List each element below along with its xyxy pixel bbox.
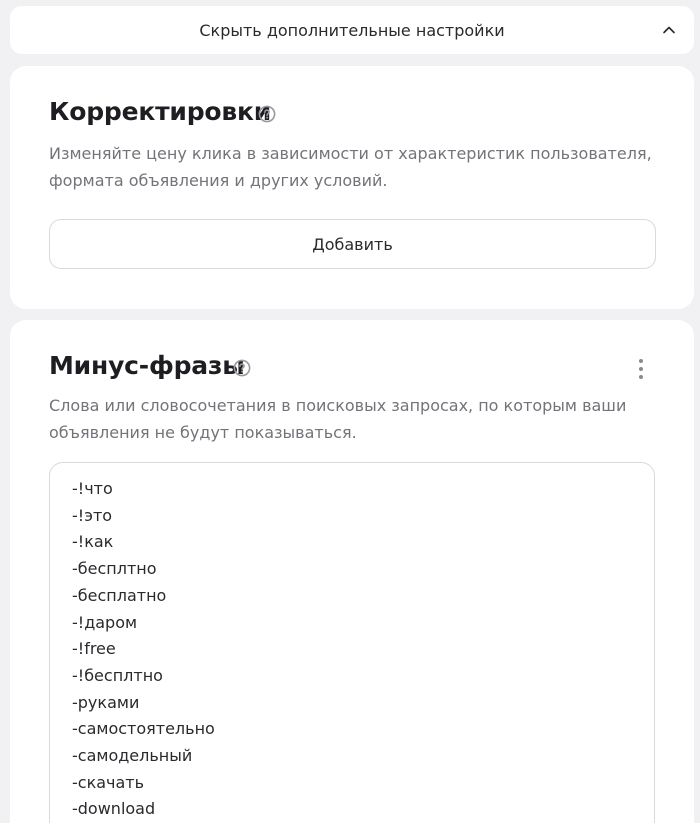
chevron-up-icon xyxy=(663,26,675,34)
adjustments-description: Изменяйте цену клика в зависимости от ха… xyxy=(49,144,652,190)
minus-phrases-card: Минус-фразы Слова или словосочетания в п… xyxy=(10,320,694,823)
add-adjustment-button[interactable]: Добавить xyxy=(49,219,656,269)
question-circle-icon[interactable] xyxy=(258,105,276,123)
minus-phrase-item: -!даром xyxy=(72,612,138,632)
adjustments-card: Корректировки Изменяйте цену клика в зав… xyxy=(10,66,694,309)
minus-phrase-item: -самодельный xyxy=(72,746,193,766)
minus-phrase-item: -скачать xyxy=(72,772,145,792)
minus-phrases-description: Слова или словосочетания в поисковых зап… xyxy=(49,396,627,442)
minus-phrase-item: -руками xyxy=(72,692,140,712)
minus-phrase-item: -самостоятельно xyxy=(72,719,215,739)
adjustments-title: Корректировки xyxy=(49,97,272,126)
toggle-label: Скрыть дополнительные настройки xyxy=(199,20,505,40)
minus-phrase-item: -download xyxy=(72,799,156,819)
minus-phrases-textarea[interactable]: -!что -!это -!как -бесплтно -бесплатно -… xyxy=(49,462,655,823)
question-circle-icon[interactable] xyxy=(233,359,251,377)
minus-phrase-item: -!как xyxy=(72,532,114,552)
minus-phrases-title: Минус-фразы xyxy=(49,351,245,380)
minus-phrase-item: -!free xyxy=(72,639,116,659)
minus-phrase-item: -бесплатно xyxy=(72,585,167,605)
minus-phrase-item: -!это xyxy=(72,505,113,525)
minus-phrase-item: -!бесплтно xyxy=(72,665,163,685)
kebab-menu-icon[interactable] xyxy=(638,358,644,380)
page: Скрыть дополнительные настройки Корректи… xyxy=(0,0,700,823)
minus-phrase-item: -бесплтно xyxy=(72,559,157,579)
hide-advanced-settings-toggle[interactable]: Скрыть дополнительные настройки xyxy=(10,6,694,54)
minus-phrase-item: -!что xyxy=(72,479,113,498)
